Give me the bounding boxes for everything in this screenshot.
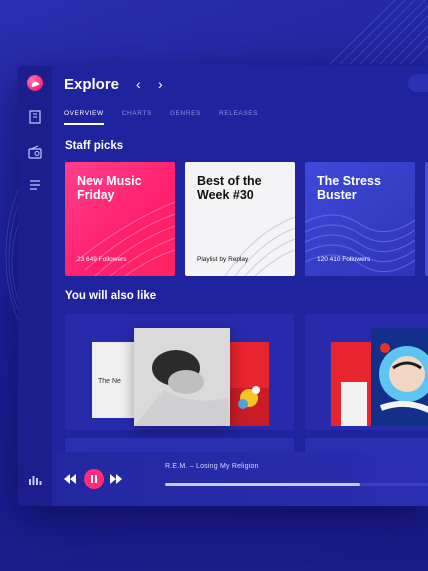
progress-bar[interactable] <box>165 483 428 486</box>
forward-button[interactable]: › <box>158 76 163 92</box>
playlist-card-new-music-friday[interactable]: New Music Friday 23 649 Followers <box>65 162 175 276</box>
tab-genres[interactable]: GENRES <box>170 110 201 125</box>
card-subtitle: Playlist by Replay <box>197 256 249 263</box>
album-cover <box>229 342 269 426</box>
album-cover-featured <box>134 328 230 426</box>
recommendation-panel[interactable] <box>305 314 428 430</box>
tab-charts[interactable]: CHARTS <box>122 110 152 125</box>
playlist-card-stress-buster[interactable]: The Stress Buster 120 410 Followers <box>305 162 415 276</box>
pause-button[interactable] <box>84 469 104 489</box>
queue-icon[interactable] <box>28 178 42 192</box>
app-logo-icon[interactable] <box>27 75 43 91</box>
recommendation-panel[interactable]: The Ne <box>65 314 294 430</box>
search-input[interactable] <box>408 74 428 92</box>
back-button[interactable]: ‹ <box>136 76 141 92</box>
card-subtitle: 120 410 Followers <box>317 256 371 263</box>
tab-releases[interactable]: RELEASES <box>219 110 258 125</box>
now-playing-track: R.E.M. – Losing My Religion <box>165 463 259 470</box>
album-cover-featured <box>371 328 428 426</box>
tab-overview[interactable]: OVERVIEW <box>64 110 104 125</box>
staff-picks-heading: Staff picks <box>65 140 124 152</box>
next-icon[interactable] <box>110 474 122 484</box>
album-cover: The Ne <box>92 342 138 418</box>
library-icon[interactable] <box>28 110 42 124</box>
card-title: The Stress Buster <box>317 174 381 202</box>
playlist-card-best-of-the-week[interactable]: Best of the Week #30 Playlist by Replay <box>185 162 295 276</box>
astronaut-art <box>371 328 428 426</box>
card-title: Best of the Week #30 <box>197 174 262 202</box>
progress-fill <box>165 483 360 486</box>
previous-icon[interactable] <box>64 474 76 484</box>
pause-icon <box>91 475 97 483</box>
radio-icon[interactable] <box>28 145 42 159</box>
equalizer-icon[interactable] <box>28 472 42 486</box>
page-title: Explore <box>64 76 120 93</box>
player-bar: R.E.M. – Losing My Religion <box>52 452 428 506</box>
sidebar <box>18 66 52 506</box>
album-title: The Ne <box>98 378 121 385</box>
portrait-art <box>134 328 230 426</box>
flower-art <box>238 386 260 409</box>
card-subtitle: 23 649 Followers <box>77 256 127 263</box>
app-window: Explore ‹ › OVERVIEW CHARTS GENRES RELEA… <box>18 66 428 506</box>
card-title: New Music Friday <box>77 174 142 202</box>
recommendations-heading: You will also like <box>65 290 157 302</box>
album-cover <box>331 342 375 426</box>
tab-bar: OVERVIEW CHARTS GENRES RELEASES <box>64 110 258 125</box>
